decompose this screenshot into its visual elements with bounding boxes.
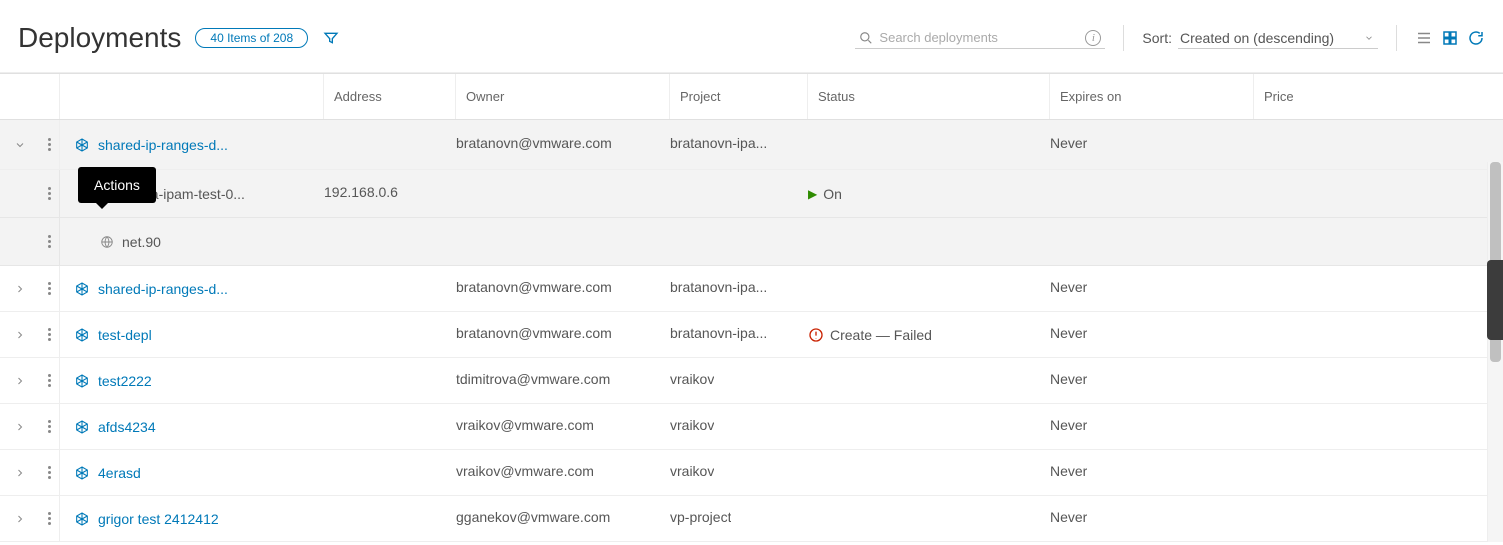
table-row[interactable]: test2222 tdimitrova@vmware.com vraikov N… xyxy=(0,358,1503,404)
grid-icon xyxy=(1441,29,1459,47)
table-row[interactable]: test-depl bratanovn@vmware.com bratanovn… xyxy=(0,312,1503,358)
table-row[interactable]: shared-ip-ranges-d... bratanovn@vmware.c… xyxy=(0,266,1503,312)
owner-cell: bratanovn@vmware.com xyxy=(456,279,612,295)
chevron-right-icon[interactable] xyxy=(14,283,26,295)
chevron-right-icon[interactable] xyxy=(14,467,26,479)
header-owner[interactable]: Owner xyxy=(456,74,670,119)
expires-cell: Never xyxy=(1050,463,1087,479)
row-actions-menu[interactable] xyxy=(48,374,51,387)
search-wrap[interactable]: i xyxy=(855,28,1105,49)
chevron-down-icon[interactable] xyxy=(14,139,26,151)
owner-cell: tdimitrova@vmware.com xyxy=(456,371,610,387)
separator xyxy=(1123,25,1124,51)
refresh-button[interactable] xyxy=(1467,29,1485,47)
power-on-icon: ▶ xyxy=(808,187,817,201)
header-expires[interactable]: Expires on xyxy=(1050,74,1254,119)
list-icon xyxy=(1415,29,1433,47)
filter-button[interactable] xyxy=(322,29,340,47)
project-cell: bratanovn-ipa... xyxy=(670,279,767,295)
deployment-link[interactable]: shared-ip-ranges-d... xyxy=(98,281,228,297)
deployment-icon xyxy=(74,281,90,297)
header-project[interactable]: Project xyxy=(670,74,808,119)
address-cell: 192.168.0.6 xyxy=(324,184,398,200)
table-row[interactable]: 4erasd vraikov@vmware.com vraikov Never xyxy=(0,450,1503,496)
row-actions-menu[interactable] xyxy=(48,328,51,341)
row-actions-menu[interactable] xyxy=(48,282,51,295)
chevron-right-icon[interactable] xyxy=(14,513,26,525)
table-row[interactable]: afds4234 vraikov@vmware.com vraikov Neve… xyxy=(0,404,1503,450)
owner-cell: bratanovn@vmware.com xyxy=(456,135,612,151)
sort-value: Created on (descending) xyxy=(1180,30,1334,46)
chevron-right-icon[interactable] xyxy=(14,375,26,387)
project-cell: vraikov xyxy=(670,371,714,387)
status-text: Create — Failed xyxy=(830,327,932,343)
scrollbar[interactable] xyxy=(1487,162,1503,542)
deployment-icon xyxy=(74,419,90,435)
row-actions-menu[interactable] xyxy=(48,138,51,151)
child-row[interactable]: nikola-ipam-test-0... 192.168.0.6 ▶On xyxy=(0,170,1503,218)
row-actions-menu[interactable] xyxy=(48,512,51,525)
deployment-link[interactable]: test2222 xyxy=(98,373,152,389)
refresh-icon xyxy=(1467,29,1485,47)
page-title: Deployments xyxy=(18,22,181,54)
side-tab[interactable] xyxy=(1487,260,1503,340)
project-cell: vraikov xyxy=(670,463,714,479)
deployment-icon xyxy=(74,327,90,343)
owner-cell: vraikov@vmware.com xyxy=(456,463,594,479)
header-status[interactable]: Status xyxy=(808,74,1050,119)
error-icon xyxy=(808,327,824,343)
project-cell: vp-project xyxy=(670,509,731,525)
table-row[interactable]: shared-ip-ranges-d... bratanovn@vmware.c… xyxy=(0,120,1503,170)
sort-label: Sort: xyxy=(1142,30,1172,46)
owner-cell: gganekov@vmware.com xyxy=(456,509,610,525)
expires-cell: Never xyxy=(1050,279,1087,295)
expires-cell: Never xyxy=(1050,135,1087,151)
status-text: On xyxy=(823,186,842,202)
search-icon xyxy=(859,31,873,45)
resource-name: net.90 xyxy=(122,234,161,250)
deployment-icon xyxy=(74,465,90,481)
table-header: Address Owner Project Status Expires on … xyxy=(0,74,1503,120)
row-actions-menu[interactable] xyxy=(48,187,51,200)
expires-cell: Never xyxy=(1050,325,1087,341)
deployment-link[interactable]: 4erasd xyxy=(98,465,141,481)
owner-cell: vraikov@vmware.com xyxy=(456,417,594,433)
expires-cell: Never xyxy=(1050,509,1087,525)
deployment-link[interactable]: test-depl xyxy=(98,327,152,343)
grid-view-button[interactable] xyxy=(1441,29,1459,47)
network-icon xyxy=(100,235,114,249)
list-view-button[interactable] xyxy=(1415,29,1433,47)
table-row[interactable]: grigor test 2412412 gganekov@vmware.com … xyxy=(0,496,1503,542)
sort-select[interactable]: Sort: Created on (descending) xyxy=(1142,28,1378,49)
header-price[interactable]: Price xyxy=(1254,74,1394,119)
chevron-right-icon[interactable] xyxy=(14,421,26,433)
deployment-icon xyxy=(74,511,90,527)
row-actions-menu[interactable] xyxy=(48,466,51,479)
row-actions-menu[interactable] xyxy=(48,235,51,248)
actions-tooltip: Actions xyxy=(78,167,156,203)
deployment-icon xyxy=(74,373,90,389)
deployment-icon xyxy=(74,137,90,153)
header-name[interactable] xyxy=(60,74,324,119)
chevron-right-icon[interactable] xyxy=(14,329,26,341)
row-actions-menu[interactable] xyxy=(48,420,51,433)
project-cell: bratanovn-ipa... xyxy=(670,135,767,151)
project-cell: bratanovn-ipa... xyxy=(670,325,767,341)
separator xyxy=(1396,25,1397,51)
search-input[interactable] xyxy=(879,30,1085,45)
chevron-down-icon xyxy=(1364,30,1374,46)
deployment-link[interactable]: afds4234 xyxy=(98,419,156,435)
owner-cell: bratanovn@vmware.com xyxy=(456,325,612,341)
filter-icon xyxy=(323,30,339,46)
deployment-link[interactable]: grigor test 2412412 xyxy=(98,511,219,527)
expires-cell: Never xyxy=(1050,417,1087,433)
child-row[interactable]: net.90 xyxy=(0,218,1503,266)
expires-cell: Never xyxy=(1050,371,1087,387)
project-cell: vraikov xyxy=(670,417,714,433)
header-address[interactable]: Address xyxy=(324,74,456,119)
deployment-link[interactable]: shared-ip-ranges-d... xyxy=(98,137,228,153)
info-icon[interactable]: i xyxy=(1085,30,1101,46)
item-count-badge: 40 Items of 208 xyxy=(195,28,308,48)
